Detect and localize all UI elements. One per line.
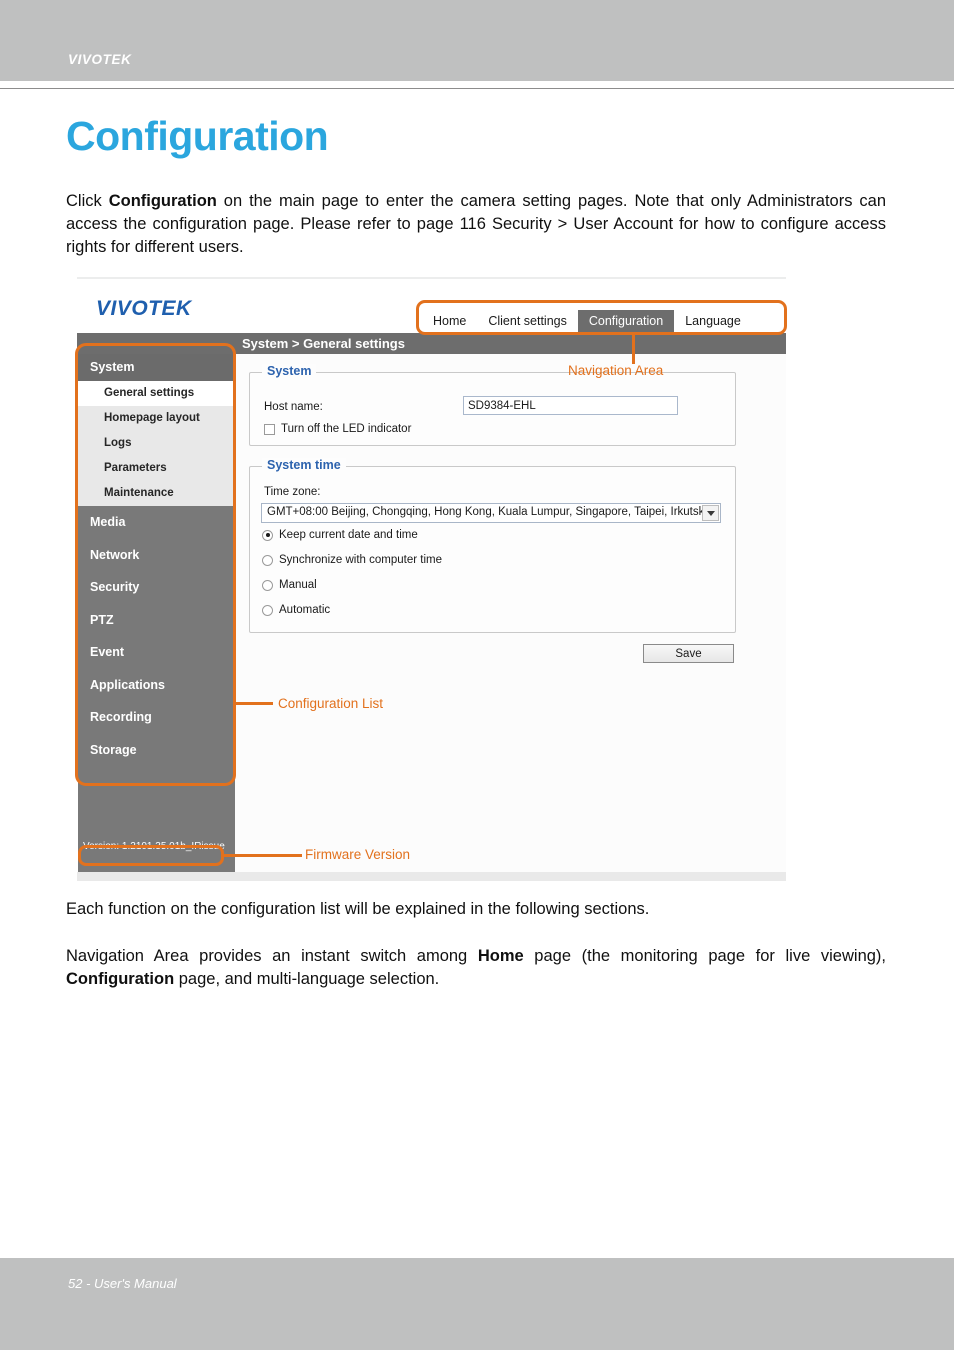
annotation-label-configuration-list: Configuration List: [278, 696, 384, 711]
radio-label-manual: Manual: [279, 579, 317, 591]
vivotek-brand-header: VIVOTEK: [68, 52, 132, 67]
header-divider: [0, 88, 954, 89]
radio-icon[interactable]: [262, 554, 273, 566]
annotation-leader-firmware-version: [224, 854, 302, 857]
radio-synchronize-with-computer-time[interactable]: Synchronize with computer time: [262, 554, 442, 566]
radio-icon[interactable]: [262, 604, 273, 616]
turn-off-led-label: Turn off the LED indicator: [281, 423, 412, 435]
annotation-label-navigation-area: Navigation Area: [568, 363, 664, 378]
time-zone-label: Time zone:: [264, 486, 321, 498]
time-zone-selected-value: GMT+08:00 Beijing, Chongqing, Hong Kong,…: [267, 506, 705, 518]
page-title: Configuration: [66, 113, 329, 159]
checkbox-icon[interactable]: [264, 423, 275, 435]
host-name-label: Host name:: [264, 401, 323, 413]
host-name-input[interactable]: SD9384-EHL: [463, 396, 678, 415]
page-header-band: VIVOTEK: [0, 0, 954, 81]
turn-off-led-checkbox-row[interactable]: Turn off the LED indicator: [264, 423, 411, 435]
radio-automatic[interactable]: Automatic: [262, 604, 330, 616]
breadcrumb: System > General settings: [242, 336, 405, 351]
intro-paragraph: Click Configuration on the main page to …: [66, 192, 886, 256]
annotation-leader-navigation-area: [632, 335, 635, 364]
screenshot-top-rule: [77, 277, 786, 279]
footer-page-label: 52 - User's Manual: [68, 1276, 177, 1291]
page-footer-band: 52 - User's Manual: [0, 1258, 954, 1350]
radio-icon-selected[interactable]: [262, 529, 273, 541]
system-panel-legend: System: [262, 364, 317, 378]
each-function-paragraph: Each function on the configuration list …: [66, 900, 650, 918]
annotation-label-firmware-version: Firmware Version: [305, 847, 411, 862]
radio-icon[interactable]: [262, 579, 273, 591]
radio-label-synchronize: Synchronize with computer time: [279, 554, 442, 566]
screenshot-bottom-bar: [77, 872, 786, 881]
annotation-box-firmware-version: [78, 845, 224, 866]
system-time-panel: System time Time zone: GMT+08:00 Beijing…: [249, 458, 736, 633]
vivotek-logo-icon: VIVOTEK: [96, 297, 192, 320]
annotation-box-configuration-list: [75, 343, 236, 786]
navigation-area-paragraph: Navigation Area provides an instant swit…: [66, 947, 886, 988]
time-zone-select[interactable]: GMT+08:00 Beijing, Chongqing, Hong Kong,…: [261, 503, 721, 523]
system-panel: System Host name: SD9384-EHL Turn off th…: [249, 364, 736, 446]
configuration-content-pane: System Host name: SD9384-EHL Turn off th…: [235, 354, 786, 872]
annotation-box-navigation-area: [416, 300, 787, 335]
radio-label-keep-current: Keep current date and time: [279, 529, 418, 541]
radio-label-automatic: Automatic: [279, 604, 331, 616]
chevron-down-icon[interactable]: [702, 505, 719, 521]
annotation-leader-configuration-list: [236, 702, 273, 705]
radio-manual[interactable]: Manual: [262, 579, 317, 591]
system-time-panel-legend: System time: [262, 458, 346, 472]
radio-keep-current-date-and-time[interactable]: Keep current date and time: [262, 529, 418, 541]
save-button[interactable]: Save: [643, 644, 734, 663]
